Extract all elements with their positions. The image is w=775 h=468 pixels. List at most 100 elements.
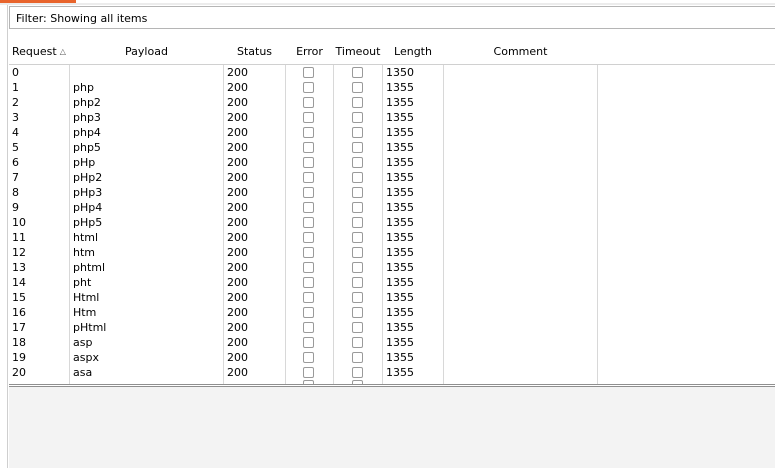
- table-row[interactable]: 10 pHp5 200 1355: [9, 215, 775, 230]
- filter-bar[interactable]: Filter: Showing all items: [9, 6, 775, 29]
- cell-request: 13: [12, 261, 26, 274]
- header-error[interactable]: Error: [286, 40, 333, 64]
- error-checkbox[interactable]: [303, 247, 314, 258]
- timeout-checkbox[interactable]: [352, 367, 363, 378]
- table-row[interactable]: 15 Html 200 1355: [9, 290, 775, 305]
- error-checkbox[interactable]: [303, 187, 314, 198]
- timeout-checkbox[interactable]: [352, 217, 363, 228]
- error-checkbox[interactable]: [303, 232, 314, 243]
- table-row[interactable]: 5 php5 200 1355: [9, 140, 775, 155]
- table-row[interactable]: 16 Htm 200 1355: [9, 305, 775, 320]
- cell-length: 1355: [386, 156, 414, 169]
- table-row[interactable]: 14 pht 200 1355: [9, 275, 775, 290]
- cell-length: 1355: [386, 336, 414, 349]
- table-row[interactable]: 18 asp 200 1355: [9, 335, 775, 350]
- table-row[interactable]: 6 pHp 200 1355: [9, 155, 775, 170]
- cell-status: 200: [227, 186, 248, 199]
- cell-length: 1355: [386, 96, 414, 109]
- sort-ascending-icon: △: [59, 47, 66, 56]
- timeout-checkbox[interactable]: [352, 67, 363, 78]
- timeout-checkbox[interactable]: [352, 352, 363, 363]
- table-row[interactable]: 1 php 200 1355: [9, 80, 775, 95]
- error-checkbox[interactable]: [303, 337, 314, 348]
- cell-status: 200: [227, 111, 248, 124]
- error-checkbox[interactable]: [303, 367, 314, 378]
- timeout-checkbox[interactable]: [352, 307, 363, 318]
- error-checkbox[interactable]: [303, 97, 314, 108]
- cell-request: 18: [12, 336, 26, 349]
- error-checkbox[interactable]: [303, 157, 314, 168]
- cell-request: 8: [12, 186, 19, 199]
- error-checkbox[interactable]: [303, 142, 314, 153]
- timeout-checkbox[interactable]: [352, 127, 363, 138]
- cell-request: 10: [12, 216, 26, 229]
- timeout-checkbox[interactable]: [352, 262, 363, 273]
- timeout-checkbox[interactable]: [352, 157, 363, 168]
- cell-status: 200: [227, 321, 248, 334]
- header-request[interactable]: Request △: [12, 40, 68, 64]
- request-response-pane: [9, 387, 775, 468]
- table-row[interactable]: 2 php2 200 1355: [9, 95, 775, 110]
- cell-length: 1355: [386, 141, 414, 154]
- cell-request: 19: [12, 351, 26, 364]
- table-row[interactable]: 3 php3 200 1355: [9, 110, 775, 125]
- timeout-checkbox[interactable]: [352, 202, 363, 213]
- timeout-checkbox[interactable]: [352, 247, 363, 258]
- error-checkbox[interactable]: [303, 112, 314, 123]
- cell-status: 200: [227, 126, 248, 139]
- cell-length: 1355: [386, 126, 414, 139]
- timeout-checkbox[interactable]: [352, 292, 363, 303]
- timeout-checkbox[interactable]: [352, 82, 363, 93]
- timeout-checkbox[interactable]: [352, 187, 363, 198]
- cell-status: 200: [227, 366, 248, 379]
- table-row[interactable]: 9 pHp4 200 1355: [9, 200, 775, 215]
- table-row[interactable]: 17 pHtml 200 1355: [9, 320, 775, 335]
- timeout-checkbox[interactable]: [352, 277, 363, 288]
- timeout-checkbox[interactable]: [352, 322, 363, 333]
- error-checkbox[interactable]: [303, 292, 314, 303]
- header-length[interactable]: Length: [383, 40, 443, 64]
- error-checkbox[interactable]: [303, 127, 314, 138]
- header-payload[interactable]: Payload: [70, 40, 223, 64]
- error-checkbox[interactable]: [303, 202, 314, 213]
- cell-status: 200: [227, 246, 248, 259]
- error-checkbox[interactable]: [303, 322, 314, 333]
- table-row[interactable]: 20 asa 200 1355: [9, 365, 775, 380]
- table-row[interactable]: 4 php4 200 1355: [9, 125, 775, 140]
- timeout-checkbox[interactable]: [352, 232, 363, 243]
- cell-request: 11: [12, 231, 26, 244]
- timeout-checkbox[interactable]: [352, 112, 363, 123]
- header-comment[interactable]: Comment: [444, 40, 597, 64]
- table-row[interactable]: 7 pHp2 200 1355: [9, 170, 775, 185]
- timeout-checkbox[interactable]: [352, 142, 363, 153]
- error-checkbox[interactable]: [303, 67, 314, 78]
- error-checkbox[interactable]: [303, 82, 314, 93]
- cell-status: 200: [227, 201, 248, 214]
- table-row[interactable]: 8 pHp3 200 1355: [9, 185, 775, 200]
- timeout-checkbox[interactable]: [352, 172, 363, 183]
- cell-payload: asp: [73, 336, 93, 349]
- cell-request: 1: [12, 81, 19, 94]
- cell-status: 200: [227, 81, 248, 94]
- error-checkbox[interactable]: [303, 262, 314, 273]
- table-row[interactable]: 0 200 1350: [9, 65, 775, 80]
- cell-request: 6: [12, 156, 19, 169]
- error-checkbox[interactable]: [303, 217, 314, 228]
- cell-length: 1355: [386, 231, 414, 244]
- table-row[interactable]: 19 aspx 200 1355: [9, 350, 775, 365]
- cell-request: 4: [12, 126, 19, 139]
- table-row[interactable]: 13 phtml 200 1355: [9, 260, 775, 275]
- header-timeout[interactable]: Timeout: [334, 40, 382, 64]
- cell-status: 200: [227, 336, 248, 349]
- cell-status: 200: [227, 276, 248, 289]
- timeout-checkbox[interactable]: [352, 337, 363, 348]
- error-checkbox[interactable]: [303, 352, 314, 363]
- cell-request: 15: [12, 291, 26, 304]
- error-checkbox[interactable]: [303, 277, 314, 288]
- timeout-checkbox[interactable]: [352, 97, 363, 108]
- header-status[interactable]: Status: [224, 40, 285, 64]
- table-row[interactable]: 12 htm 200 1355: [9, 245, 775, 260]
- error-checkbox[interactable]: [303, 307, 314, 318]
- table-row[interactable]: 11 html 200 1355: [9, 230, 775, 245]
- error-checkbox[interactable]: [303, 172, 314, 183]
